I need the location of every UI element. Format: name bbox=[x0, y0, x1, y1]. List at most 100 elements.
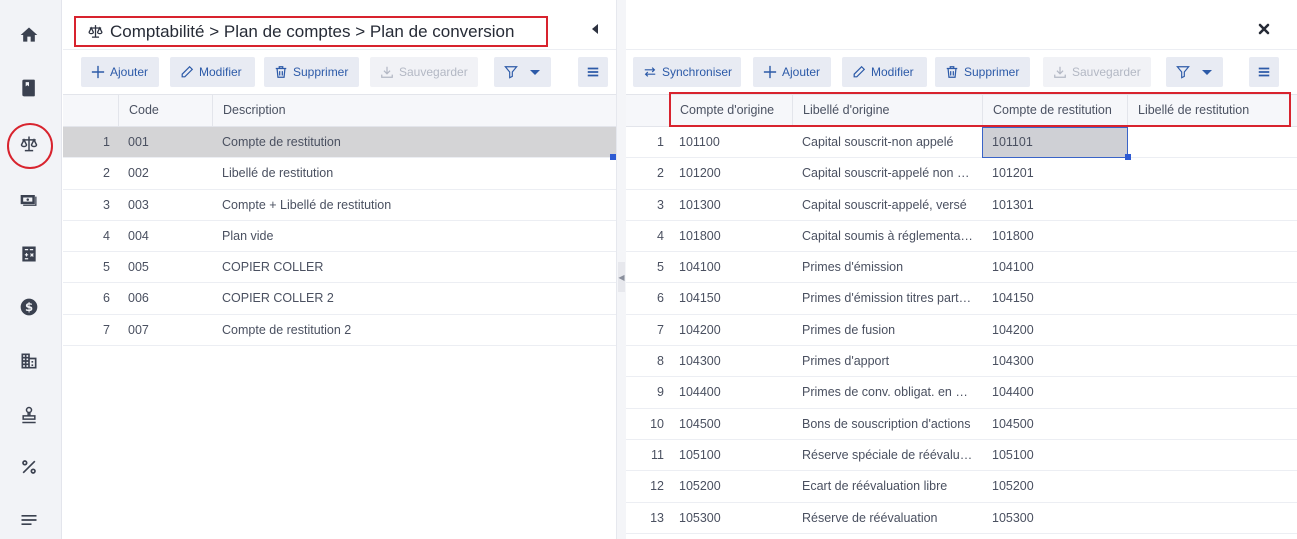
cell-code[interactable]: 006 bbox=[118, 283, 213, 314]
save-button[interactable]: Sauvegarder bbox=[1043, 57, 1151, 87]
cell-description[interactable]: COPIER COLLER bbox=[212, 252, 617, 283]
table-row[interactable]: 1 001 Compte de restitution bbox=[63, 127, 617, 161]
column-header-description[interactable]: Description bbox=[212, 95, 617, 126]
cell-origin-account[interactable]: 104500 bbox=[669, 409, 793, 440]
cell-origin-label[interactable]: Ecart de réévaluation libre bbox=[792, 471, 973, 502]
cell-restitution-account[interactable]: 104300 bbox=[982, 346, 1128, 377]
table-row[interactable]: 3 101300 Capital souscrit-appelé, versé 101… bbox=[626, 190, 1297, 221]
cell-restitution-account[interactable]: 104200 bbox=[982, 315, 1128, 346]
nav-accounting[interactable] bbox=[7, 123, 53, 169]
table-row[interactable]: 5 005 COPIER COLLER bbox=[63, 252, 617, 284]
cell-origin-account[interactable]: 105100 bbox=[669, 440, 793, 471]
cell-origin-label[interactable]: Réserve de réévaluation bbox=[792, 503, 973, 534]
filter-dropdown[interactable] bbox=[1166, 57, 1223, 87]
cell-restitution-label[interactable] bbox=[1127, 409, 1289, 440]
cell-origin-account[interactable]: 105300 bbox=[669, 503, 793, 534]
cell-origin-account[interactable]: 101800 bbox=[669, 221, 793, 252]
cell-restitution-account[interactable]: 104100 bbox=[982, 252, 1128, 283]
delete-button[interactable]: Supprimer bbox=[264, 57, 359, 87]
nav-percent[interactable] bbox=[9, 447, 49, 487]
cell-description[interactable]: Compte de restitution bbox=[212, 127, 617, 158]
cell-restitution-label[interactable] bbox=[1127, 471, 1289, 502]
cell-restitution-account[interactable]: 104500 bbox=[982, 409, 1128, 440]
cell-restitution-account[interactable]: 101201 bbox=[982, 158, 1128, 189]
cell-origin-label[interactable]: Primes de fusion bbox=[792, 315, 973, 346]
table-row[interactable]: 7 104200 Primes de fusion 104200 bbox=[626, 315, 1297, 347]
add-button[interactable]: Ajouter bbox=[81, 57, 159, 87]
splitter-handle-icon[interactable]: ◀ bbox=[618, 262, 625, 292]
cell-restitution-label[interactable] bbox=[1127, 158, 1289, 189]
cell-code[interactable]: 002 bbox=[118, 158, 213, 189]
edit-button[interactable]: Modifier bbox=[842, 57, 927, 87]
cell-origin-label[interactable]: Primes de conv. obligat. en actions bbox=[792, 377, 973, 408]
cell-origin-label[interactable]: Capital soumis à réglementation bbox=[792, 221, 973, 252]
cell-origin-label[interactable]: Primes d'émission titres participatifs bbox=[792, 283, 973, 314]
table-row[interactable]: 10 104500 Bons de souscription d'actions 10… bbox=[626, 409, 1297, 440]
panel-splitter[interactable]: ◀ bbox=[617, 0, 626, 539]
table-row[interactable]: 11 105100 Réserve spéciale de réévaluation… bbox=[626, 440, 1297, 472]
column-header-origin-label[interactable]: Libellé d'origine bbox=[792, 95, 983, 126]
filter-dropdown[interactable] bbox=[494, 57, 551, 87]
cell-origin-label[interactable]: Bons de souscription d'actions bbox=[792, 409, 973, 440]
cell-restitution-account[interactable]: 105200 bbox=[982, 471, 1128, 502]
cell-restitution-account[interactable]: 105100 bbox=[982, 440, 1128, 471]
menu-button[interactable] bbox=[1249, 57, 1279, 87]
menu-button[interactable] bbox=[578, 57, 608, 87]
nav-stamp[interactable] bbox=[9, 395, 49, 435]
cell-origin-account[interactable]: 104200 bbox=[669, 315, 793, 346]
table-row[interactable]: 2 002 Libellé de restitution bbox=[63, 158, 617, 190]
nav-home[interactable] bbox=[9, 15, 49, 55]
cell-description[interactable]: Compte de restitution 2 bbox=[212, 315, 617, 346]
cell-restitution-label[interactable] bbox=[1127, 221, 1289, 252]
cell-origin-label[interactable]: Réserve spéciale de réévaluation bbox=[792, 440, 973, 471]
table-row[interactable]: 5 104100 Primes d'émission 104100 bbox=[626, 252, 1297, 284]
cell-restitution-label[interactable] bbox=[1127, 440, 1289, 471]
cell-restitution-label[interactable] bbox=[1127, 283, 1289, 314]
cell-code[interactable]: 001 bbox=[118, 127, 213, 158]
cell-code[interactable]: 003 bbox=[118, 190, 213, 221]
column-header-restitution-account[interactable]: Compte de restitution bbox=[982, 95, 1128, 126]
add-button[interactable]: Ajouter bbox=[753, 57, 831, 87]
cell-restitution-label[interactable] bbox=[1127, 252, 1289, 283]
cell-code[interactable]: 007 bbox=[118, 315, 213, 346]
cell-origin-label[interactable]: Primes d'apport bbox=[792, 346, 973, 377]
table-row[interactable]: 3 003 Compte + Libellé de restitution bbox=[63, 190, 616, 221]
cell-description[interactable]: Compte + Libellé de restitution bbox=[212, 190, 617, 221]
cell-origin-account[interactable]: 101200 bbox=[669, 158, 793, 189]
nav-list[interactable] bbox=[9, 500, 49, 539]
close-icon[interactable] bbox=[1257, 22, 1271, 36]
table-row[interactable]: 8 104300 Primes d'apport 104300 bbox=[626, 346, 1297, 378]
nav-building[interactable] bbox=[9, 341, 49, 381]
nav-money[interactable] bbox=[9, 180, 49, 220]
table-row[interactable]: 9104400Primes de conv. obligat. en actio… bbox=[626, 377, 1297, 409]
cell-code[interactable]: 005 bbox=[118, 252, 213, 283]
cell-origin-account[interactable]: 101100 bbox=[669, 127, 793, 158]
cell-restitution-account[interactable]: 104400 bbox=[982, 377, 1128, 408]
cell-origin-label[interactable]: Capital souscrit-appelé non versé bbox=[792, 158, 973, 189]
cell-description[interactable]: Plan vide bbox=[212, 221, 617, 252]
sync-button[interactable]: Synchroniser bbox=[633, 57, 741, 87]
cell-code[interactable]: 004 bbox=[118, 221, 213, 252]
cell-description[interactable]: Libellé de restitution bbox=[212, 158, 617, 189]
cell-restitution-label[interactable] bbox=[1127, 127, 1289, 158]
column-header-origin-account[interactable]: Compte d'origine bbox=[669, 95, 793, 126]
cell-restitution-label[interactable] bbox=[1127, 377, 1289, 408]
column-header-restitution-label[interactable]: Libellé de restitution bbox=[1127, 95, 1289, 126]
table-row[interactable]: 2 101200 Capital souscrit-appelé non versé… bbox=[626, 158, 1297, 190]
cell-restitution-account[interactable]: 101101 bbox=[982, 127, 1128, 158]
cell-restitution-account[interactable]: 104150 bbox=[982, 283, 1128, 314]
cell-origin-account[interactable]: 104100 bbox=[669, 252, 793, 283]
cell-restitution-account[interactable]: 101800 bbox=[982, 221, 1128, 252]
edit-button[interactable]: Modifier bbox=[170, 57, 255, 87]
table-row[interactable]: 12 105200 Ecart de réévaluation libre 10520… bbox=[626, 471, 1297, 503]
table-row[interactable]: 13 105300 Réserve de réévaluation 105300 bbox=[626, 503, 1297, 534]
column-header-code[interactable]: Code bbox=[118, 95, 213, 126]
cell-description[interactable]: COPIER COLLER 2 bbox=[212, 283, 617, 314]
cell-origin-account[interactable]: 105200 bbox=[669, 471, 793, 502]
cell-restitution-label[interactable] bbox=[1127, 346, 1289, 377]
cell-origin-label[interactable]: Capital souscrit-appelé, versé bbox=[792, 190, 973, 221]
cell-origin-account[interactable]: 104150 bbox=[669, 283, 793, 314]
table-row[interactable]: 6 006 COPIER COLLER 2 bbox=[63, 283, 617, 315]
table-row[interactable]: 1 101100 Capital souscrit-non appelé 101101 bbox=[626, 127, 1297, 161]
cell-restitution-label[interactable] bbox=[1127, 315, 1289, 346]
